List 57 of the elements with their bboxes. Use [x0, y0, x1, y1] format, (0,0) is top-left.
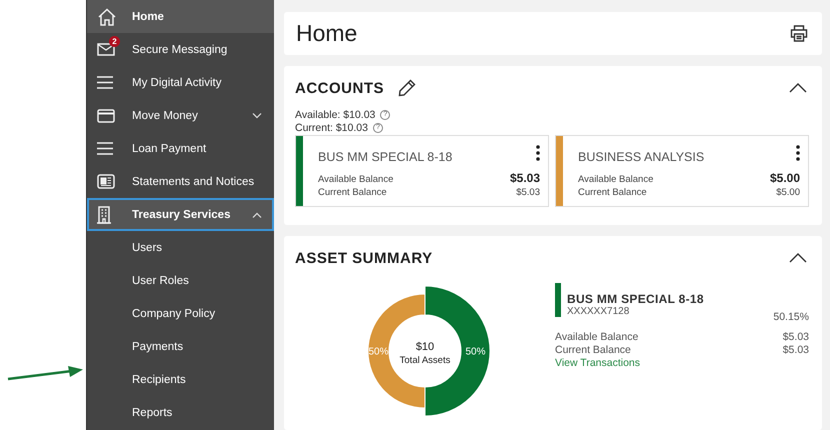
balance-value: $5.03 [510, 171, 540, 185]
account-card[interactable]: BUS MM SPECIAL 8-18 Available Balance $5.03 Current Balance $5.03 [295, 135, 549, 207]
menu-icon [97, 76, 113, 89]
section-title: ASSET SUMMARY [295, 250, 433, 266]
balance-label: Current Balance [578, 187, 647, 198]
nav-subitem[interactable]: User Roles [87, 264, 274, 297]
chevron-up-icon[interactable] [789, 253, 807, 263]
balance-label: Available Balance [555, 331, 638, 344]
card-icon [97, 108, 115, 122]
nav-item[interactable]: Loan Payment [87, 132, 274, 165]
more-icon[interactable] [796, 145, 800, 161]
account-card[interactable]: BUSINESS ANALYSIS Available Balance $5.00 Current Balance $5.00 [555, 135, 809, 207]
balance-label: Available Balance [318, 174, 394, 185]
home-icon [97, 8, 117, 26]
nav-subitem[interactable]: Users [87, 231, 274, 264]
account-name: BUS MM SPECIAL 8-18 [318, 150, 452, 164]
account-name: BUSINESS ANALYSIS [578, 150, 704, 164]
nav-item[interactable]: Move Money [87, 99, 274, 132]
section-title: ACCOUNTS [295, 80, 384, 96]
balance-total: Current: $10.03 [295, 122, 368, 134]
nav-subitem[interactable]: Reports [87, 396, 274, 429]
nav-item[interactable]: My Digital Activity [87, 66, 274, 99]
page-title: Home [296, 20, 358, 47]
balance-label: Current Balance [318, 187, 387, 198]
balance-total: Available: $10.03 [295, 108, 376, 120]
view-transactions-link[interactable]: View Transactions [555, 357, 640, 369]
arrow-icon [6, 366, 84, 382]
printer-icon[interactable] [790, 25, 808, 42]
center-label: Total Assets [400, 355, 450, 366]
balance-value: $5.03 [782, 331, 809, 344]
nav-subitem[interactable]: Payments [87, 330, 274, 363]
balance-label: Available Balance [578, 174, 654, 185]
count-badge: 2 [109, 36, 120, 47]
menu-icon [97, 142, 113, 155]
nav-item[interactable]: Home [87, 0, 274, 33]
chevron-up-icon[interactable] [789, 83, 807, 93]
balance-label: Current Balance [555, 344, 631, 357]
slice-label: 50% [466, 346, 486, 358]
nav-item[interactable]: Treasury Services [87, 198, 274, 231]
nav-subitem[interactable]: Recipients [87, 363, 274, 396]
nav-item[interactable]: Statements and Notices [87, 165, 274, 198]
newspaper-icon [97, 174, 115, 189]
account-name: BUS MM SPECIAL 8-18 [567, 292, 704, 306]
balance-value: $5.03 [516, 187, 540, 198]
slice-label: 50% [368, 346, 388, 358]
nav-subitem[interactable]: Company Policy [87, 297, 274, 330]
building-icon [97, 206, 111, 224]
center-value: $10 [416, 341, 434, 353]
nav-item[interactable]: 2 Secure Messaging [87, 33, 274, 66]
balance-value: $5.03 [782, 344, 809, 357]
balance-value: $5.00 [776, 187, 800, 198]
pencil-icon[interactable] [398, 79, 416, 97]
account-number: XXXXXX7128 [567, 306, 630, 317]
balance-value: $5.00 [770, 171, 800, 185]
mail-icon [97, 43, 115, 56]
share-percent: 50.15% [773, 311, 809, 323]
more-icon[interactable] [536, 145, 540, 161]
